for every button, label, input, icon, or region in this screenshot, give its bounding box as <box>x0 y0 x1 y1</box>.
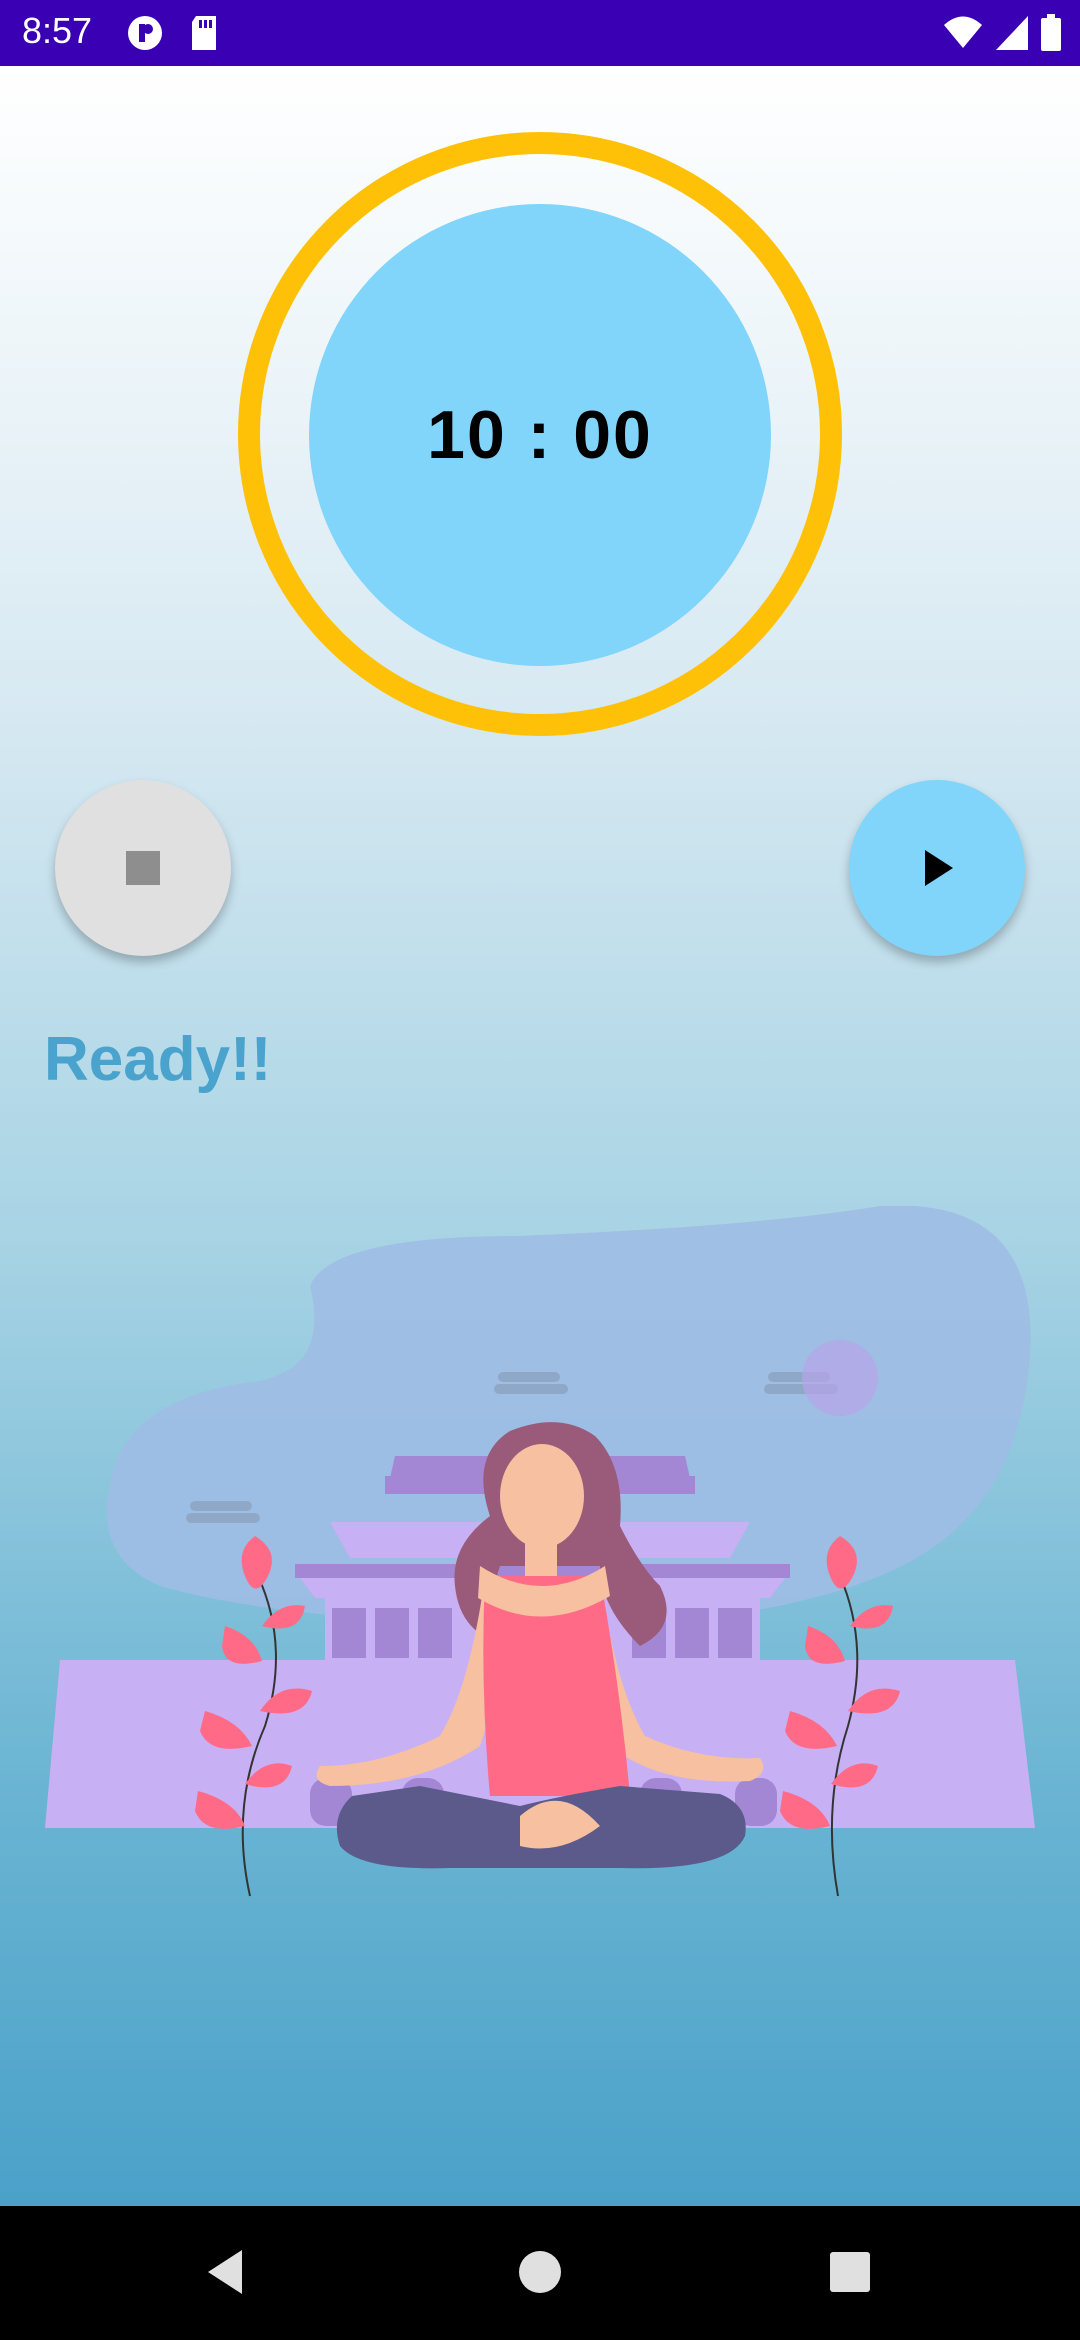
sd-card-icon <box>192 16 216 50</box>
moon <box>802 1340 878 1416</box>
status-bar: 8:57 <box>0 0 1080 66</box>
back-icon[interactable] <box>190 2236 262 2308</box>
main-content: 10 : 00 Ready!! <box>0 66 1080 2206</box>
timer-display: 10 : 00 <box>427 397 653 473</box>
navigation-bar <box>0 2206 1080 2340</box>
recents-icon[interactable] <box>814 2236 886 2308</box>
stop-button[interactable] <box>55 780 231 956</box>
wifi-icon <box>944 16 982 48</box>
play-button[interactable] <box>849 780 1025 956</box>
status-icons-right <box>942 14 1062 52</box>
signal-icon <box>996 16 1028 50</box>
home-icon[interactable] <box>504 2236 576 2308</box>
stop-icon <box>126 851 160 885</box>
play-icon <box>925 850 953 886</box>
timer-circle: 10 : 00 <box>309 204 771 666</box>
status-icons-left <box>126 14 220 52</box>
status-time: 8:57 <box>22 10 93 51</box>
app-notification-icon <box>128 16 162 50</box>
battery-icon <box>1041 14 1061 51</box>
meditation-illustration <box>45 1206 1035 1897</box>
status-label: Ready!! <box>44 1025 272 1094</box>
